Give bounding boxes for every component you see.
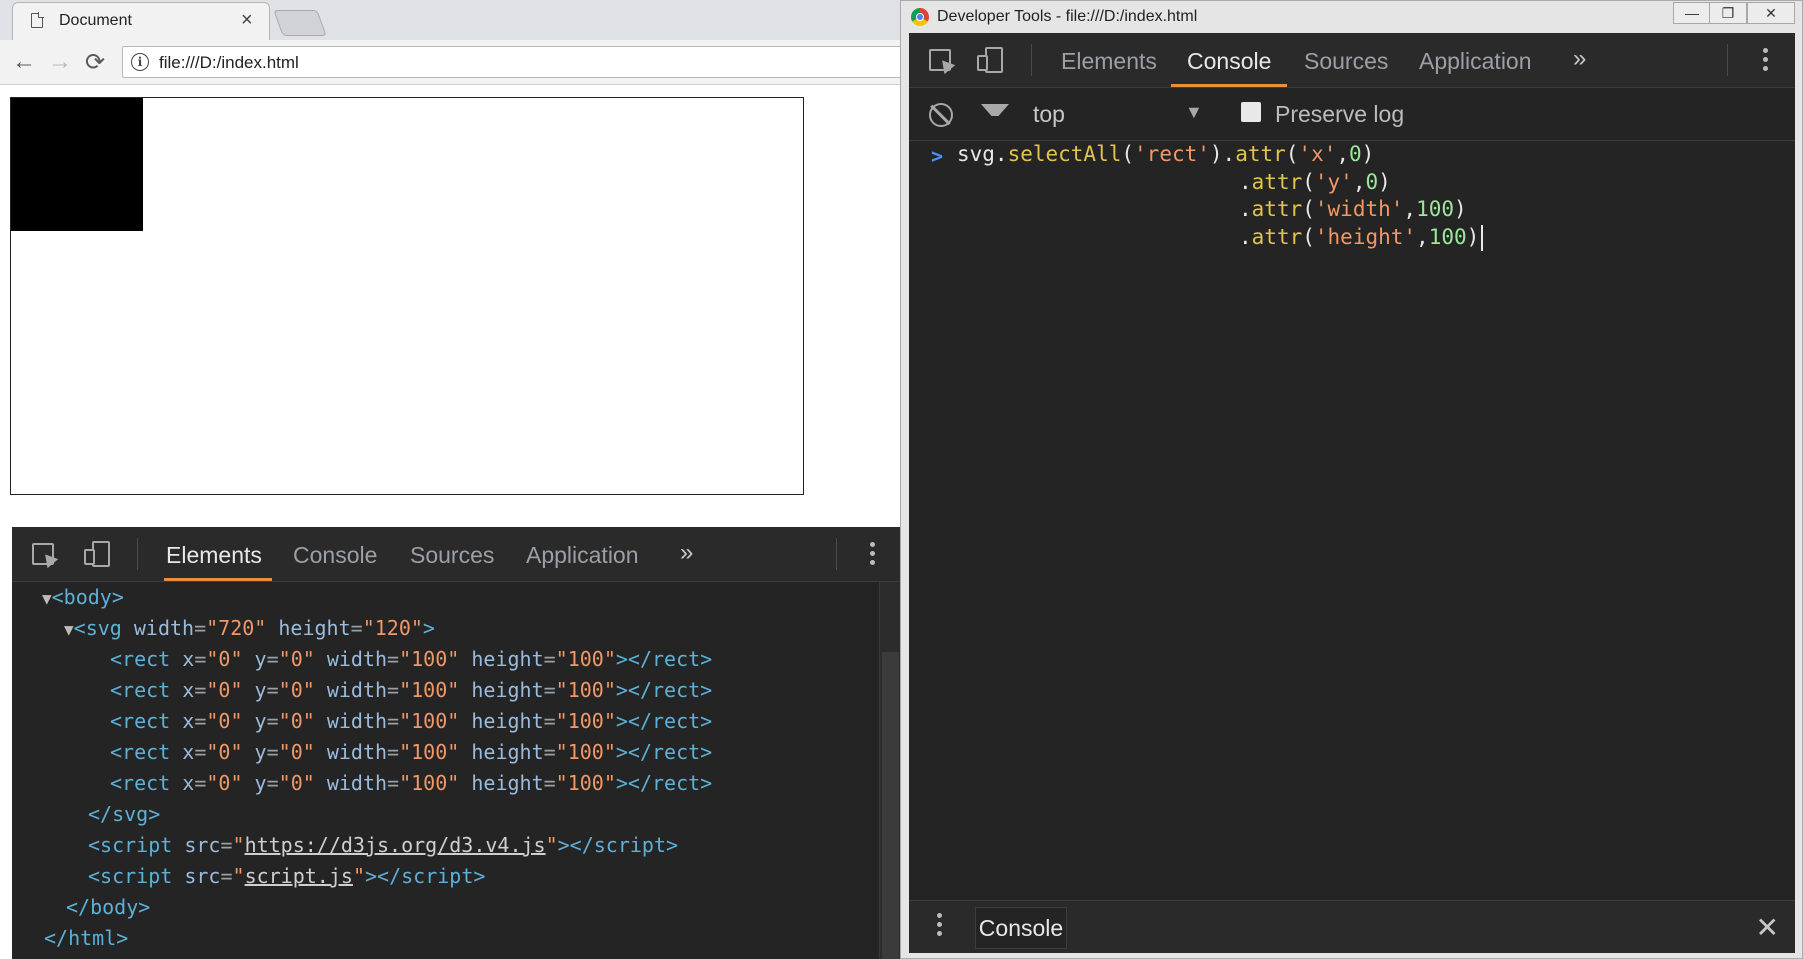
console-input-area[interactable]: > svg.selectAll('rect').attr('x',0) .att… bbox=[909, 141, 1795, 821]
inspect-element-icon[interactable] bbox=[929, 49, 951, 71]
drawer-close-icon[interactable]: ✕ bbox=[1756, 911, 1779, 944]
kebab-menu-icon[interactable] bbox=[870, 542, 875, 569]
d3-script-link[interactable]: https://d3js.org/d3.v4.js bbox=[245, 833, 546, 857]
expand-triangle-icon[interactable]: ▼ bbox=[42, 589, 52, 608]
active-tab-indicator bbox=[1171, 84, 1287, 87]
kebab-menu-icon[interactable] bbox=[1763, 48, 1768, 75]
context-selector[interactable]: top bbox=[1033, 101, 1065, 128]
code-line-1[interactable]: svg.selectAll('rect').attr('x',0) bbox=[957, 141, 1374, 169]
device-toolbar-icon[interactable] bbox=[84, 541, 112, 567]
drawer-tab-console[interactable]: Console bbox=[975, 907, 1067, 949]
window-title: Developer Tools - file:///D:/index.html bbox=[937, 8, 1198, 25]
tab-elements[interactable]: Elements bbox=[1061, 48, 1157, 75]
reload-icon[interactable]: ⟳ bbox=[85, 48, 105, 77]
console-prompt-icon: > bbox=[931, 144, 944, 168]
dom-node-body[interactable]: ▼<body> bbox=[42, 582, 124, 614]
docked-devtools-panel: Elements Console Sources Application » ▼… bbox=[12, 527, 902, 959]
devtools-tab-bar: Elements Console Sources Application » bbox=[909, 33, 1795, 88]
more-tabs-chevron-icon[interactable]: » bbox=[680, 539, 694, 567]
inspect-element-icon[interactable] bbox=[32, 543, 54, 565]
device-toolbar-icon[interactable] bbox=[977, 47, 1005, 73]
dom-node-rect[interactable]: <rect x="0" y="0" width="100" height="10… bbox=[110, 706, 712, 737]
dom-node-rect[interactable]: <rect x="0" y="0" width="100" height="10… bbox=[110, 675, 712, 706]
dom-node-rect[interactable]: <rect x="0" y="0" width="100" height="10… bbox=[110, 644, 712, 675]
back-arrow-icon[interactable]: ← bbox=[12, 48, 36, 76]
tab-sources[interactable]: Sources bbox=[410, 542, 494, 569]
drawer-menu-icon[interactable] bbox=[937, 913, 942, 940]
toolbar-divider bbox=[836, 538, 837, 570]
script-js-link[interactable]: script.js bbox=[245, 864, 353, 888]
clear-console-icon[interactable] bbox=[929, 103, 953, 127]
dom-node-html-close[interactable]: </html> bbox=[44, 923, 128, 954]
active-tab-indicator bbox=[164, 578, 272, 581]
info-icon[interactable]: i bbox=[131, 53, 149, 71]
black-rect bbox=[11, 98, 143, 231]
close-window-button[interactable]: ✕ bbox=[1747, 2, 1795, 24]
dropdown-arrow-icon[interactable]: ▼ bbox=[1185, 102, 1203, 123]
filter-icon[interactable] bbox=[981, 104, 1011, 127]
tab-application[interactable]: Application bbox=[526, 542, 639, 569]
tab-application[interactable]: Application bbox=[1419, 48, 1532, 75]
toolbar-divider bbox=[1031, 44, 1032, 76]
restore-button[interactable]: ❐ bbox=[1709, 2, 1747, 24]
console-drawer: Console ✕ bbox=[909, 900, 1795, 953]
devtools-content: Elements Console Sources Application » t… bbox=[909, 33, 1795, 953]
chrome-logo-icon bbox=[911, 8, 929, 26]
scrollbar-thumb[interactable] bbox=[882, 652, 899, 959]
tab-title: Document bbox=[59, 12, 132, 29]
dom-node-script-d3[interactable]: <script src="https://d3js.org/d3.v4.js">… bbox=[88, 830, 678, 861]
forward-arrow-icon[interactable]: → bbox=[48, 48, 72, 76]
dom-node-svg[interactable]: ▼<svg width="720" height="120"> bbox=[64, 613, 435, 645]
toolbar-divider bbox=[1727, 44, 1728, 76]
page-svg-canvas bbox=[10, 97, 804, 495]
devtools-tab-bar: Elements Console Sources Application » bbox=[12, 527, 902, 582]
dom-tree: ▼<body> ▼<svg width="720" height="120"> … bbox=[12, 582, 878, 959]
text-caret bbox=[1481, 225, 1483, 251]
new-tab-button[interactable] bbox=[273, 10, 327, 36]
devtools-window: Developer Tools - file:///D:/index.html … bbox=[900, 0, 1803, 959]
expand-triangle-icon[interactable]: ▼ bbox=[64, 620, 74, 639]
minimize-button[interactable]: — bbox=[1673, 2, 1711, 24]
url-text[interactable]: file:///D:/index.html bbox=[159, 53, 299, 73]
dom-node-rect[interactable]: <rect x="0" y="0" width="100" height="10… bbox=[110, 768, 712, 799]
tab-close-icon[interactable]: × bbox=[241, 9, 253, 32]
tab-sources[interactable]: Sources bbox=[1304, 48, 1388, 75]
dom-node-svg-close[interactable]: </svg> bbox=[88, 799, 160, 830]
document-icon bbox=[31, 12, 44, 28]
code-line-4[interactable]: .attr('height',100) bbox=[1239, 224, 1479, 252]
tab-console[interactable]: Console bbox=[1187, 48, 1271, 75]
more-tabs-chevron-icon[interactable]: » bbox=[1573, 45, 1587, 73]
code-line-2[interactable]: .attr('y',0) bbox=[1239, 169, 1391, 197]
toolbar-divider bbox=[137, 538, 138, 570]
code-line-3[interactable]: .attr('width',100) bbox=[1239, 196, 1467, 224]
dom-node-script-local[interactable]: <script src="script.js"></script> bbox=[88, 861, 485, 892]
dom-node-body-close[interactable]: </body> bbox=[66, 892, 150, 923]
console-toolbar: top ▼ Preserve log bbox=[909, 88, 1795, 141]
preserve-log-label: Preserve log bbox=[1275, 101, 1405, 127]
dom-node-rect[interactable]: <rect x="0" y="0" width="100" height="10… bbox=[110, 737, 712, 768]
preserve-log-checkbox[interactable] bbox=[1241, 102, 1261, 122]
browser-tab-document[interactable]: Document × bbox=[12, 2, 270, 41]
address-bar[interactable]: i file:///D:/index.html bbox=[122, 46, 912, 78]
tab-elements[interactable]: Elements bbox=[166, 542, 262, 569]
tab-console[interactable]: Console bbox=[293, 542, 377, 569]
dom-tree-scrollbar[interactable] bbox=[879, 582, 902, 959]
